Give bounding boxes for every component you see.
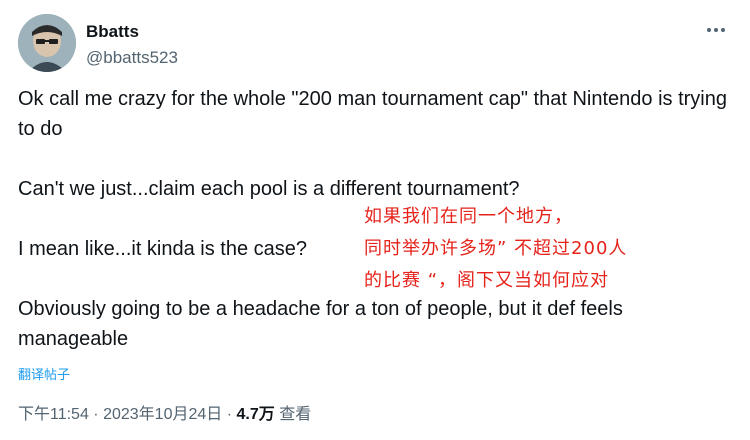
red-annotation-overlay: 如果我们在同一个地方， 同时举办许多场” 不超过200人 的比赛 “，阁下又当如…: [364, 201, 724, 297]
meta-separator: ·: [222, 406, 237, 423]
tweet-meta: 下午11:54 · 2023年10月24日 · 4.7万 查看: [18, 404, 311, 426]
meta-separator: ·: [88, 406, 104, 423]
dot: [707, 28, 711, 32]
annotation-line-1: 如果我们在同一个地方，: [364, 206, 573, 227]
views-label: 查看: [274, 406, 312, 423]
user-info: Bbatts @bbatts523: [86, 21, 178, 69]
post-time[interactable]: 下午11:54: [18, 406, 89, 423]
annotation-line-2: 同时举办许多场” 不超过200人: [364, 238, 628, 259]
tweet-paragraph-2: Can't we just...claim each pool is a dif…: [18, 178, 520, 200]
user-handle[interactable]: @bbatts523: [86, 47, 178, 69]
annotation-line-3: 的比赛 “，阁下又当如何应对: [364, 270, 610, 291]
tweet-header: Bbatts @bbatts523: [18, 14, 732, 74]
tweet-paragraph-4: Obviously going to be a headache for a t…: [18, 298, 623, 350]
dot: [714, 28, 718, 32]
tweet-paragraph-1: Ok call me crazy for the whole "200 man …: [18, 88, 727, 140]
translate-post-link[interactable]: 翻译帖子: [18, 366, 70, 384]
dot: [721, 28, 725, 32]
more-horizontal-icon[interactable]: [704, 22, 728, 38]
avatar-image: [18, 14, 76, 72]
avatar[interactable]: [18, 14, 76, 72]
views-count: 4.7万: [236, 406, 275, 423]
post-date[interactable]: 2023年10月24日: [103, 406, 222, 423]
tweet-card: Bbatts @bbatts523 Ok call me crazy for t…: [0, 0, 750, 440]
display-name[interactable]: Bbatts: [86, 21, 178, 43]
